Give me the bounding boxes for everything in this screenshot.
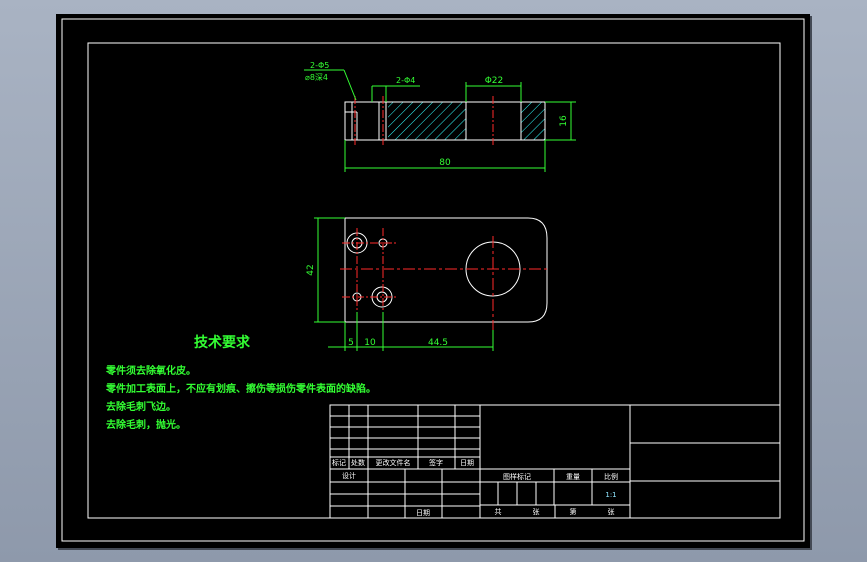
- dim-height: 42: [306, 264, 316, 275]
- designer-label: 设计: [342, 471, 356, 480]
- page-sheet-label: 张: [608, 507, 615, 516]
- scale-label: 比例: [604, 472, 618, 481]
- callout-small-holes: 2-Φ4: [396, 76, 415, 85]
- rev-header-mark: 标记: [332, 458, 346, 467]
- total-label: 共: [495, 507, 502, 516]
- rev-header-doc: 更改文件名: [376, 458, 411, 467]
- rev-header-sign: 签字: [429, 458, 443, 467]
- sheet-label: 张: [533, 507, 540, 516]
- hatch-region-left: [388, 102, 466, 140]
- requirement-line-4: 去除毛刺，抛光。: [106, 420, 186, 431]
- callout-holes: 2-Φ5: [310, 61, 329, 70]
- requirement-line-2: 零件加工表面上，不应有划痕、擦伤等损伤零件表面的缺陷。: [106, 384, 376, 395]
- dim-b: 10: [364, 338, 376, 348]
- rev-header-count: 处数: [351, 458, 365, 467]
- dim-thickness: 16: [559, 115, 569, 127]
- weight-label: 重量: [566, 473, 580, 481]
- requirements-title: 技术要求: [194, 334, 251, 351]
- rev-header-date: 日期: [460, 459, 474, 467]
- dim-bore: Φ22: [485, 76, 504, 86]
- page-label: 第: [570, 507, 577, 516]
- top-view: 80 16 Φ22 2-Φ4 2-Φ5 ⌀8深4: [304, 61, 576, 172]
- dim-a: 5: [348, 338, 354, 348]
- front-view: 42 5 10 44.5: [306, 217, 550, 351]
- scale-value: 1:1: [605, 491, 616, 499]
- cad-drawing: 80 16 Φ22 2-Φ4 2-Φ5 ⌀8深4 42 5 10 44.5 标记…: [61, 18, 805, 542]
- date-label: 日期: [416, 509, 430, 517]
- requirement-line-1: 零件须去除氧化皮。: [106, 366, 196, 377]
- dim-length: 80: [439, 158, 451, 168]
- front-view-outline: [344, 217, 548, 323]
- dim-c: 44.5: [428, 338, 448, 348]
- title-block-text: 标记 处数 更改文件名 签字 日期 设计 日期 图样标记 重量 比例 1:1 共…: [332, 458, 618, 517]
- hatch-region-right: [521, 102, 545, 140]
- stage-label: 图样标记: [503, 472, 531, 481]
- requirement-line-3: 去除毛刺飞边。: [106, 402, 176, 413]
- callout-counterbore: ⌀8深4: [305, 73, 328, 82]
